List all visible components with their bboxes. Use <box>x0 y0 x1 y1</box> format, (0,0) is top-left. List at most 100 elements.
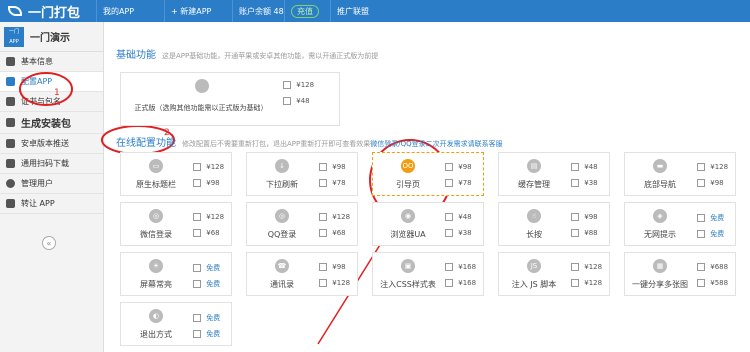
feature-name: 长按 <box>526 230 542 239</box>
checkbox[interactable] <box>283 81 291 89</box>
feature-card[interactable]: ◎ 微信登录 ¥128 ¥68 <box>120 202 232 246</box>
checkbox[interactable] <box>445 279 453 287</box>
feature-card[interactable]: OO 引导页 ¥98 ¥78 <box>372 152 484 196</box>
price-ios[interactable]: ¥128 <box>193 213 224 221</box>
checkbox[interactable] <box>193 163 201 171</box>
checkbox[interactable] <box>193 314 201 322</box>
price-android[interactable]: ¥88 <box>571 229 598 237</box>
checkbox[interactable] <box>571 229 579 237</box>
price-ios-value: ¥128 <box>710 163 729 171</box>
checkbox[interactable] <box>571 179 579 187</box>
feature-card[interactable]: ☎ 通讯录 ¥98 ¥128 <box>246 252 358 296</box>
checkbox[interactable] <box>319 229 327 237</box>
feature-card[interactable]: ◈ 无网提示 免费 免费 <box>624 202 736 246</box>
checkbox[interactable] <box>319 163 327 171</box>
feature-card[interactable]: ◐ 退出方式 免费 免费 <box>120 302 232 346</box>
checkbox[interactable] <box>697 179 705 187</box>
feature-card[interactable]: ◎ QQ登录 ¥128 ¥68 <box>246 202 358 246</box>
feature-name: 原生标题栏 <box>136 180 176 189</box>
feature-card[interactable]: ▭ 原生标题栏 ¥128 ¥98 <box>120 152 232 196</box>
checkbox[interactable] <box>445 263 453 271</box>
price-android[interactable]: ¥168 <box>445 279 476 287</box>
checkbox[interactable] <box>445 213 453 221</box>
checkbox[interactable] <box>697 263 705 271</box>
price-ios[interactable]: ¥128 <box>697 163 728 171</box>
checkbox[interactable] <box>193 330 201 338</box>
checkbox[interactable] <box>571 263 579 271</box>
price-android[interactable]: ¥68 <box>319 229 346 237</box>
price-android[interactable]: ¥128 <box>319 279 350 287</box>
price-ios-value: ¥48 <box>584 163 598 171</box>
checkbox[interactable] <box>193 229 201 237</box>
price-android[interactable]: ¥588 <box>697 279 728 287</box>
price-android[interactable]: 免费 <box>193 329 220 339</box>
price-android[interactable]: ¥38 <box>571 179 598 187</box>
checkbox[interactable] <box>571 163 579 171</box>
price-ios[interactable]: ¥98 <box>445 163 472 171</box>
checkbox[interactable] <box>571 213 579 221</box>
online-title: 在线配置功能 <box>116 138 176 149</box>
feature-card[interactable]: ▤ 缓存管理 ¥48 ¥38 <box>498 152 610 196</box>
price-android[interactable]: ¥48 <box>283 97 310 105</box>
formal-version-card[interactable]: 正式版（选购其他功能需以正式版为基础） ¥128 ¥48 <box>120 72 340 126</box>
feature-name: 引导页 <box>396 180 420 189</box>
feature-card[interactable]: ▣ 注入CSS样式表 ¥168 ¥168 <box>372 252 484 296</box>
checkbox[interactable] <box>445 179 453 187</box>
price-android-value: ¥98 <box>710 179 724 187</box>
price-ios[interactable]: ¥128 <box>193 163 224 171</box>
feature-name: 退出方式 <box>140 330 172 339</box>
price-android[interactable]: 免费 <box>697 229 724 239</box>
checkbox[interactable] <box>697 214 705 222</box>
checkbox[interactable] <box>445 163 453 171</box>
price-ios[interactable]: 免费 <box>697 213 724 223</box>
feature-card[interactable]: ▦ 一键分享多张图 ¥688 ¥588 <box>624 252 736 296</box>
price-ios[interactable]: ¥688 <box>697 263 728 271</box>
price-ios[interactable]: ¥98 <box>319 163 346 171</box>
price-ios[interactable]: ¥128 <box>319 213 350 221</box>
checkbox[interactable] <box>319 179 327 187</box>
price-ios[interactable]: ¥128 <box>571 263 602 271</box>
online-contact-link[interactable]: 微信登录/QQ登录二次开发需求请联系客服 <box>370 140 502 148</box>
price-ios[interactable]: ¥48 <box>445 213 472 221</box>
price-ios[interactable]: 免费 <box>193 263 220 273</box>
checkbox[interactable] <box>319 213 327 221</box>
price-ios[interactable]: ¥48 <box>571 163 598 171</box>
price-ios[interactable]: ¥128 <box>283 81 314 89</box>
checkbox[interactable] <box>319 279 327 287</box>
checkbox[interactable] <box>697 163 705 171</box>
feature-name: 注入 JS 脚本 <box>511 280 557 289</box>
checkbox[interactable] <box>697 279 705 287</box>
price-android[interactable]: 免费 <box>193 279 220 289</box>
feature-card[interactable]: ◉ 浏览器UA ¥48 ¥38 <box>372 202 484 246</box>
price-android-value: ¥78 <box>458 179 472 187</box>
price-android[interactable]: ¥98 <box>193 179 220 187</box>
price-ios[interactable]: ¥98 <box>319 263 346 271</box>
checkbox[interactable] <box>193 280 201 288</box>
price-ios[interactable]: ¥168 <box>445 263 476 271</box>
feature-card[interactable]: ☀ 屏幕常亮 免费 免费 <box>120 252 232 296</box>
feature-card[interactable]: ☝ 长按 ¥98 ¥88 <box>498 202 610 246</box>
share-icon: ▦ <box>653 259 667 273</box>
price-ios[interactable]: ¥98 <box>571 213 598 221</box>
price-android[interactable]: ¥78 <box>319 179 346 187</box>
checkbox[interactable] <box>319 263 327 271</box>
checkbox[interactable] <box>283 97 291 105</box>
cache-icon: ▤ <box>527 159 541 173</box>
price-android[interactable]: ¥68 <box>193 229 220 237</box>
checkbox[interactable] <box>571 279 579 287</box>
price-android-value: ¥128 <box>584 279 603 287</box>
price-ios[interactable]: 免费 <box>193 313 220 323</box>
checkbox[interactable] <box>193 179 201 187</box>
price-android[interactable]: ¥78 <box>445 179 472 187</box>
checkbox[interactable] <box>697 230 705 238</box>
checkbox[interactable] <box>193 213 201 221</box>
price-android[interactable]: ¥128 <box>571 279 602 287</box>
feature-card[interactable]: ↓ 下拉刷新 ¥98 ¥78 <box>246 152 358 196</box>
checkbox[interactable] <box>445 229 453 237</box>
feature-card[interactable]: ▬ 底部导航 ¥128 ¥98 <box>624 152 736 196</box>
price-android[interactable]: ¥38 <box>445 229 472 237</box>
price-android-value: ¥588 <box>710 279 729 287</box>
feature-card[interactable]: JS 注入 JS 脚本 ¥128 ¥128 <box>498 252 610 296</box>
checkbox[interactable] <box>193 264 201 272</box>
price-android[interactable]: ¥98 <box>697 179 724 187</box>
